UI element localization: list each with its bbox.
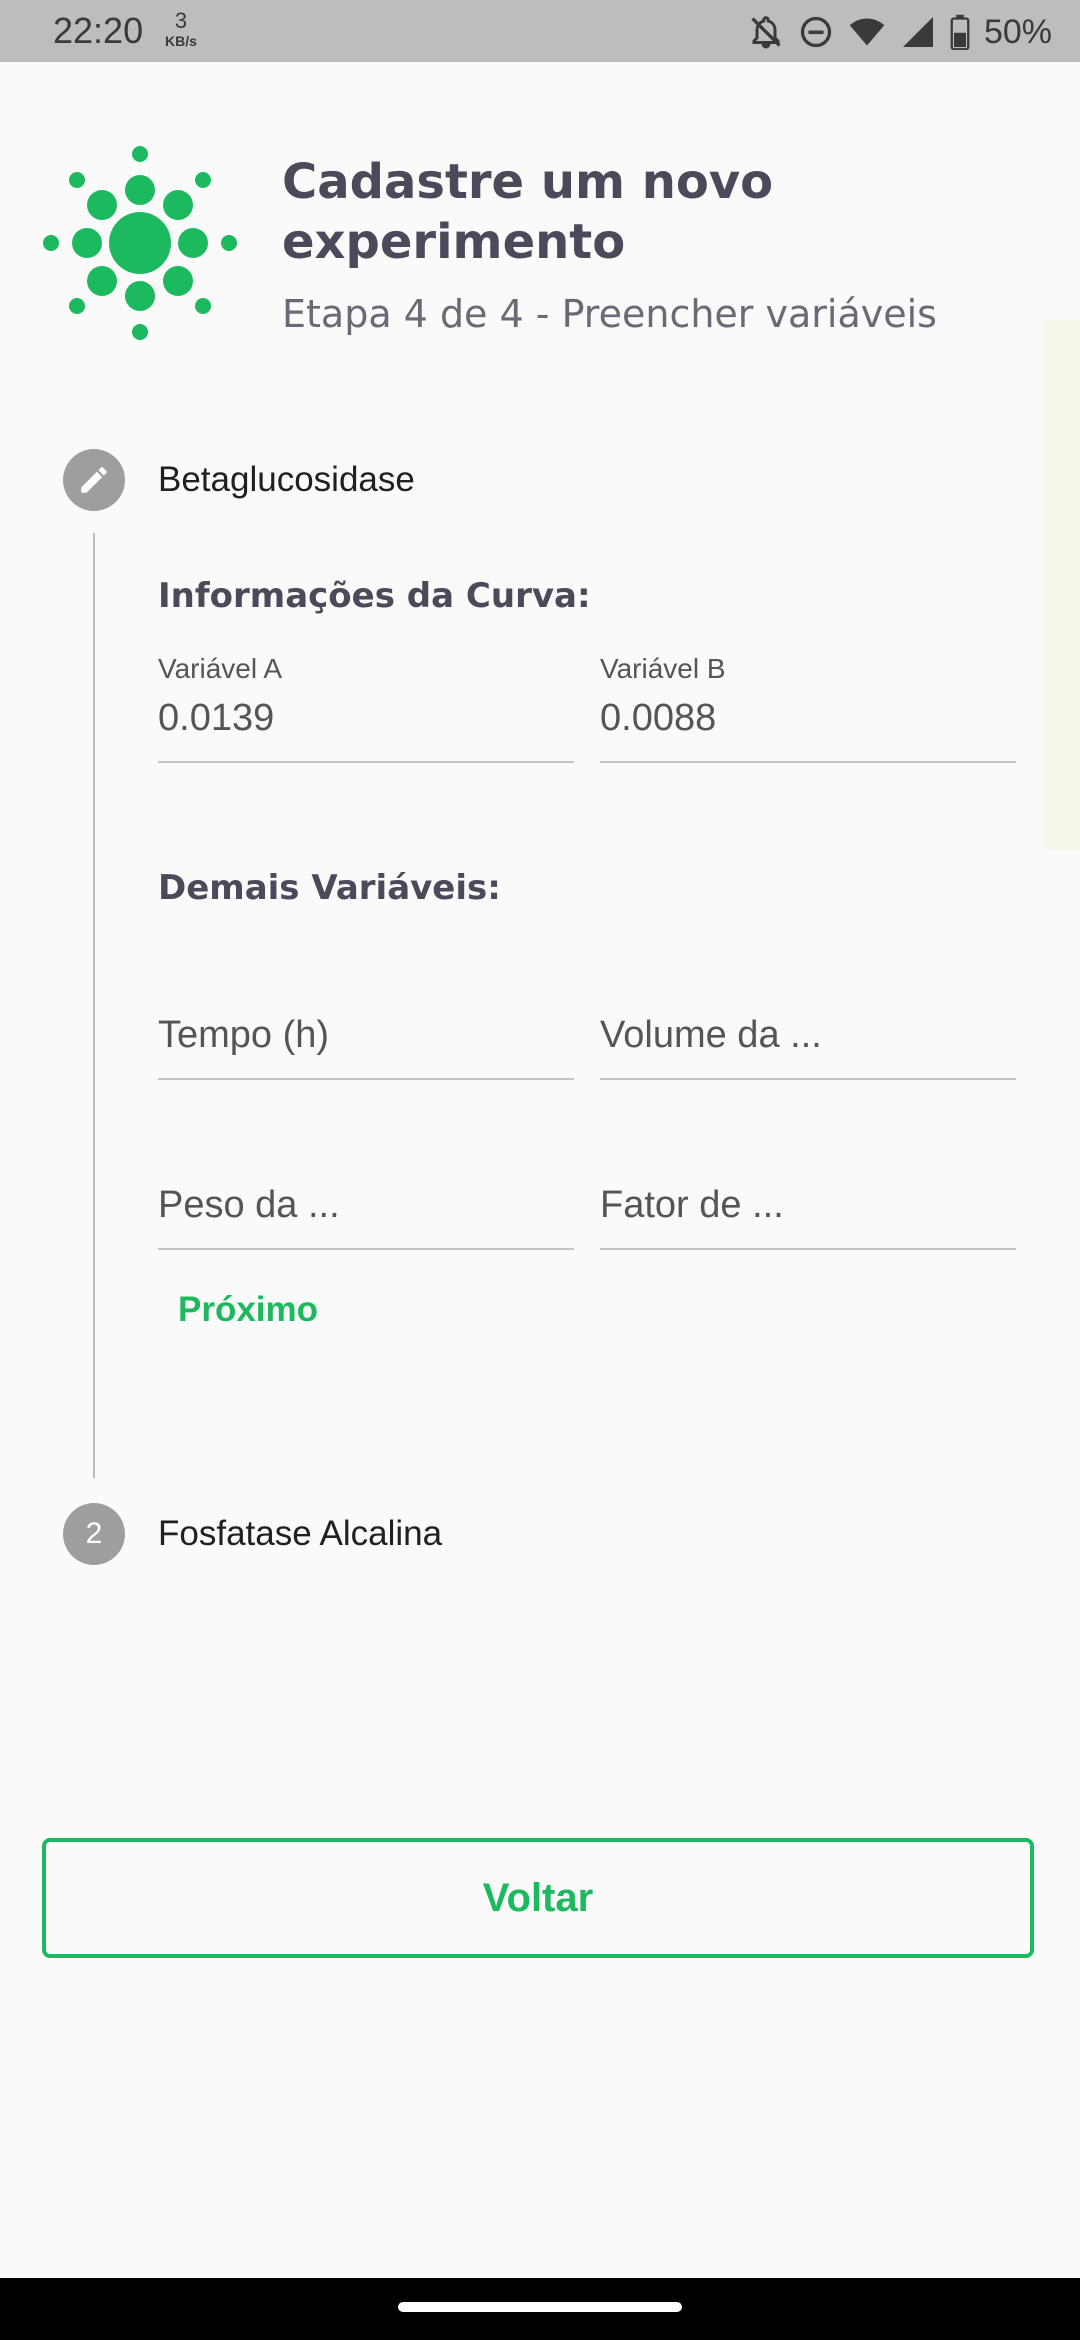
status-bar: 22:20 3 KB/s 50%: [0, 0, 1080, 62]
variable-a-value: 0.0139: [158, 697, 275, 739]
edge-shade: [1044, 320, 1080, 850]
tempo-placeholder: Tempo (h): [158, 1014, 330, 1056]
other-variables-heading: Demais Variáveis:: [158, 868, 501, 908]
curve-info-heading: Informações da Curva:: [158, 576, 591, 616]
fator-placeholder: Fator de ...: [600, 1184, 784, 1226]
page-subtitle: Etapa 4 de 4 - Preencher variáveis: [282, 292, 937, 336]
tempo-input[interactable]: Tempo (h): [158, 1000, 574, 1080]
variable-b-label: Variável B: [600, 653, 726, 684]
battery-icon: [950, 14, 970, 50]
network-speed-value: 3: [174, 8, 188, 33]
step-2-number-badge[interactable]: 2: [63, 1503, 125, 1565]
page-title: Cadastre um novo experimento: [282, 154, 774, 270]
step-1-label[interactable]: Betaglucosidase: [158, 460, 415, 500]
step-1-edit-indicator[interactable]: [63, 449, 125, 511]
variable-b-field[interactable]: Variável B 0.0088: [600, 645, 1016, 763]
do-not-disturb-icon: [800, 16, 832, 48]
status-time: 22:20: [53, 10, 144, 51]
pencil-icon: [81, 467, 107, 493]
notifications-off-icon: [751, 16, 781, 49]
step-2-label[interactable]: Fosfatase Alcalina: [158, 1514, 442, 1554]
network-speed: 3 KB/s: [158, 8, 204, 49]
screen: 22:20 3 KB/s 50% Cadastre um novo experi…: [0, 0, 1080, 2340]
sun-logo-icon: [43, 146, 237, 340]
wifi-icon: [849, 18, 885, 46]
status-icons: 50%: [748, 12, 1052, 52]
variable-a-field[interactable]: Variável A 0.0139: [158, 645, 574, 763]
variable-a-label: Variável A: [158, 653, 282, 684]
peso-input[interactable]: Peso da ...: [158, 1170, 574, 1250]
signal-icon: [902, 17, 933, 47]
volume-placeholder: Volume da ...: [600, 1014, 822, 1056]
step-connector-line: [93, 533, 95, 1478]
back-button[interactable]: Voltar: [42, 1838, 1034, 1958]
home-gesture-handle[interactable]: [398, 2302, 682, 2312]
peso-placeholder: Peso da ...: [158, 1184, 340, 1226]
next-button[interactable]: Próximo: [178, 1290, 318, 1330]
volume-input[interactable]: Volume da ...: [600, 1000, 1016, 1080]
network-speed-unit: KB/s: [165, 33, 197, 49]
battery-percent: 50%: [983, 12, 1052, 51]
variable-b-value: 0.0088: [600, 697, 717, 739]
fator-input[interactable]: Fator de ...: [600, 1170, 1016, 1250]
